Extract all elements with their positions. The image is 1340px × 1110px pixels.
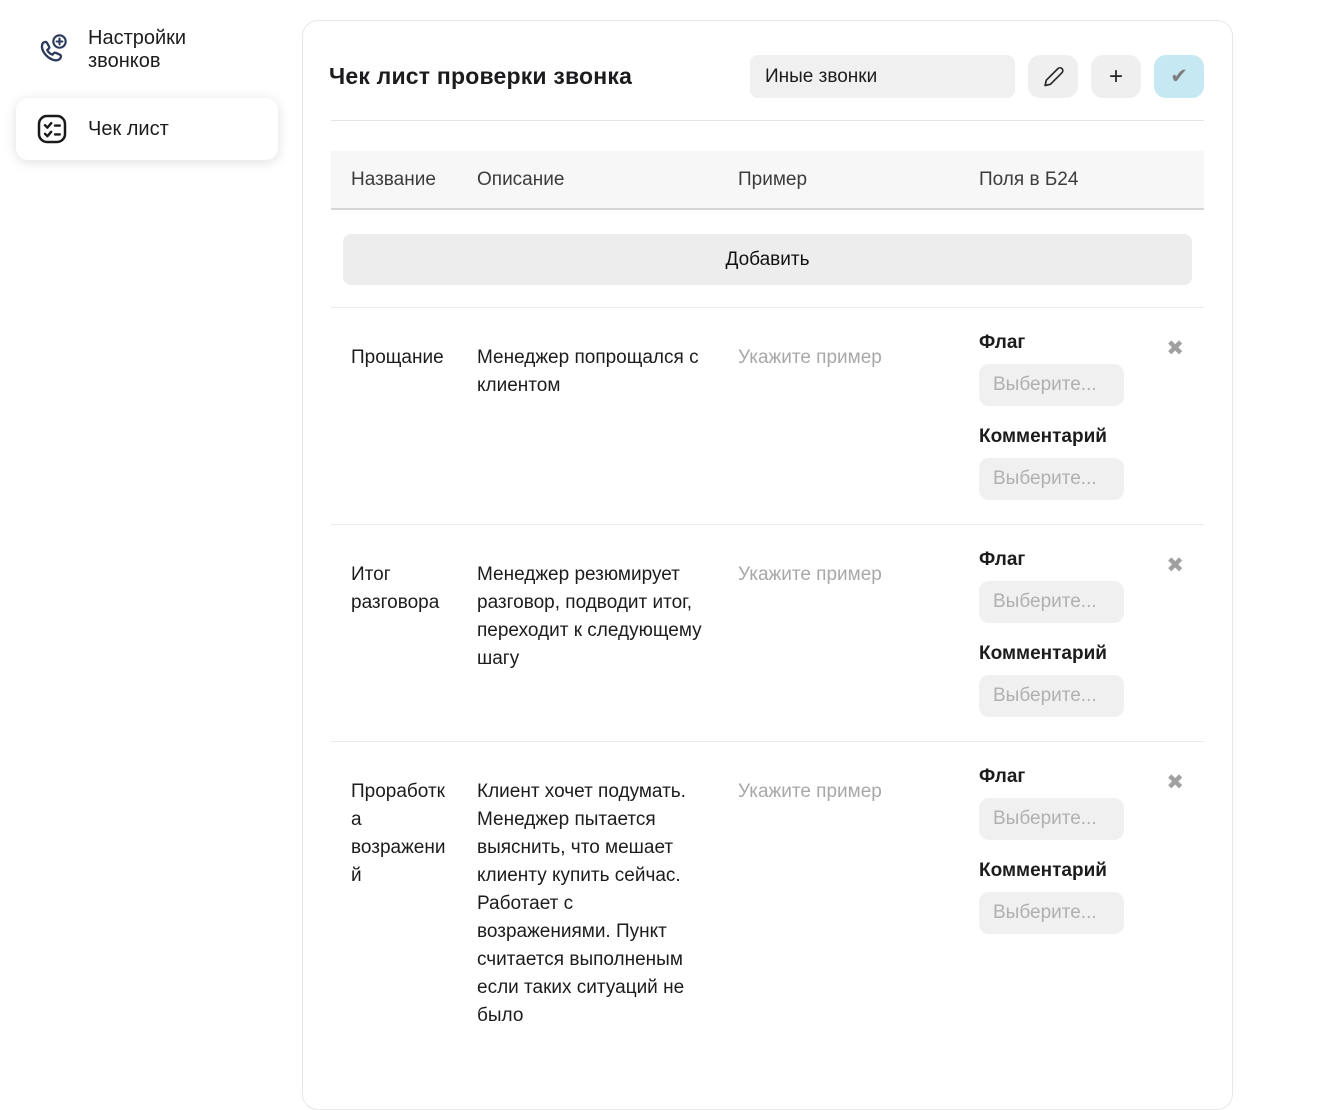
add-row-button[interactable]: Добавить	[343, 234, 1192, 285]
flag-label: Флаг	[979, 549, 1124, 571]
table-header: Название Описание Пример Поля в Б24	[331, 151, 1204, 210]
row-b24-fields: Флаг Выберите... Комментарий Выберите...	[979, 332, 1124, 500]
add-checklist-button[interactable]: +	[1091, 55, 1141, 98]
flag-select[interactable]: Выберите...	[979, 364, 1124, 406]
sidebar-item-label: Настройки звонков	[88, 27, 262, 73]
row-description-field[interactable]: Менеджер попрощался с клиентом	[477, 344, 712, 500]
header-controls: Иные звонки + ✔	[750, 55, 1204, 98]
column-header-description: Описание	[477, 169, 712, 191]
column-header-example: Пример	[738, 169, 953, 191]
row-b24-fields: Флаг Выберите... Комментарий Выберите...	[979, 766, 1124, 1030]
flag-label: Флаг	[979, 332, 1124, 354]
plus-icon: +	[1109, 63, 1123, 91]
column-header-b24-fields: Поля в Б24	[979, 169, 1124, 191]
sidebar-item-checklist[interactable]: Чек лист	[16, 98, 278, 160]
panel-header: Чек лист проверки звонка Иные звонки + ✔	[303, 21, 1232, 120]
comment-label: Комментарий	[979, 860, 1124, 882]
row-b24-fields: Флаг Выберите... Комментарий Выберите...	[979, 549, 1124, 717]
row-name-field[interactable]: Проработка возражений	[351, 778, 451, 1030]
remove-row-icon[interactable]: ✖	[1166, 338, 1184, 500]
flag-select[interactable]: Выберите...	[979, 581, 1124, 623]
sidebar-item-call-settings[interactable]: Настройки звонков	[16, 16, 278, 84]
sidebar-item-label: Чек лист	[88, 118, 169, 141]
sidebar: Настройки звонков Чек лист	[16, 16, 278, 160]
comment-select[interactable]: Выберите...	[979, 458, 1124, 500]
remove-row-icon[interactable]: ✖	[1166, 555, 1184, 717]
confirm-button[interactable]: ✔	[1154, 55, 1204, 98]
comment-select[interactable]: Выберите...	[979, 892, 1124, 934]
checklist-rows: Прощание Менеджер попрощался с клиентом …	[331, 307, 1204, 1054]
table-row: Итог разговора Менеджер резюмирует разго…	[331, 524, 1204, 741]
header-divider	[331, 120, 1204, 121]
table-row: Проработка возражений Клиент хочет подум…	[331, 741, 1204, 1054]
table-row: Прощание Менеджер попрощался с клиентом …	[331, 307, 1204, 524]
remove-row-icon[interactable]: ✖	[1166, 772, 1184, 1030]
panel-content: Название Описание Пример Поля в Б24 Доба…	[303, 151, 1232, 1054]
edit-button[interactable]	[1028, 55, 1078, 98]
check-icon: ✔	[1170, 64, 1188, 89]
page-title: Чек лист проверки звонка	[329, 63, 632, 90]
row-name-field[interactable]: Прощание	[351, 344, 451, 500]
row-example-input[interactable]: Укажите пример	[738, 778, 953, 1030]
row-example-input[interactable]: Укажите пример	[738, 344, 953, 500]
row-description-field[interactable]: Клиент хочет подумать. Менеджер пытается…	[477, 778, 712, 1030]
row-example-input[interactable]: Укажите пример	[738, 561, 953, 717]
phone-add-icon	[32, 30, 72, 70]
comment-label: Комментарий	[979, 643, 1124, 665]
pencil-icon	[1041, 64, 1066, 89]
comment-label: Комментарий	[979, 426, 1124, 448]
comment-select[interactable]: Выберите...	[979, 675, 1124, 717]
call-type-select[interactable]: Иные звонки	[750, 55, 1015, 98]
row-description-field[interactable]: Менеджер резюмирует разговор, подводит и…	[477, 561, 712, 717]
call-type-value: Иные звонки	[765, 66, 877, 88]
row-name-field[interactable]: Итог разговора	[351, 561, 451, 717]
checklist-icon	[32, 109, 72, 149]
column-header-name: Название	[351, 169, 451, 191]
flag-label: Флаг	[979, 766, 1124, 788]
checklist-panel: Чек лист проверки звонка Иные звонки + ✔	[302, 20, 1233, 1110]
flag-select[interactable]: Выберите...	[979, 798, 1124, 840]
